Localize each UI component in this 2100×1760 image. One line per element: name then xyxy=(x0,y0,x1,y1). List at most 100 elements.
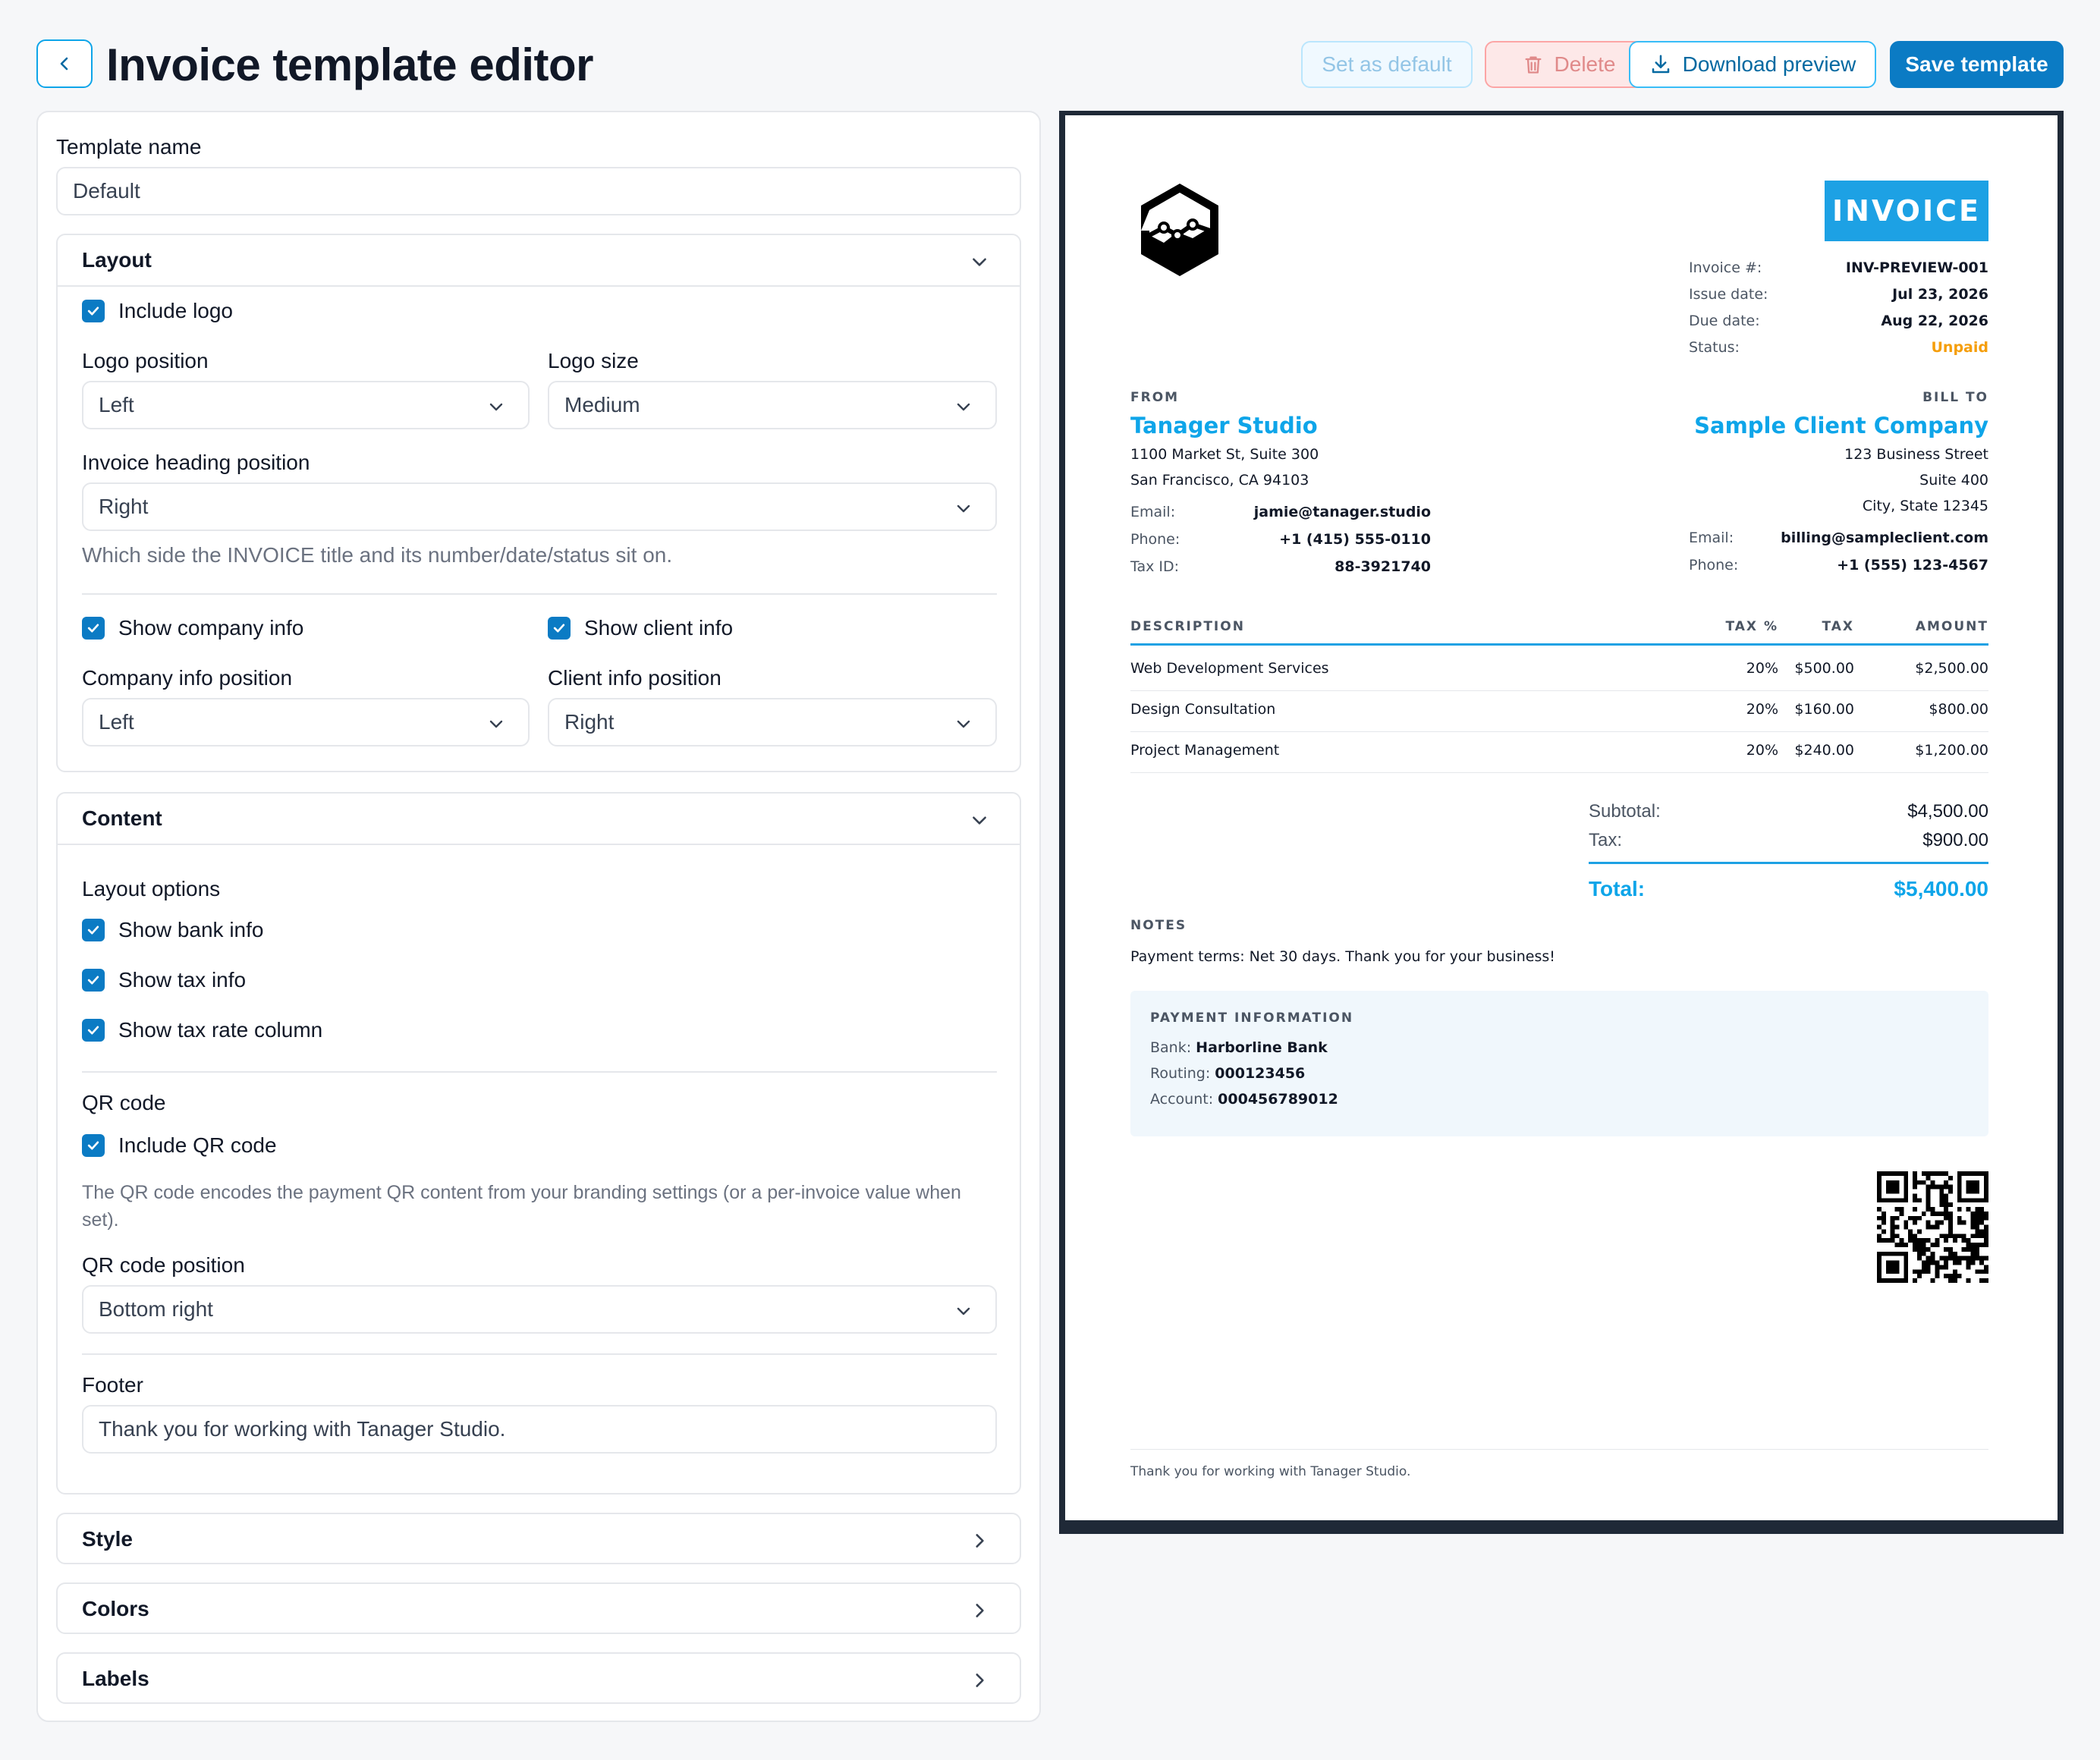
footer-input[interactable]: Thank you for working with Tanager Studi… xyxy=(82,1405,997,1454)
style-section-header[interactable]: Style xyxy=(58,1514,1020,1564)
set-default-label: Set as default xyxy=(1322,52,1452,76)
qr-module xyxy=(1894,1171,1900,1176)
qr-module xyxy=(1921,1180,1926,1185)
qr-module xyxy=(1975,1234,1980,1239)
qr-module xyxy=(1890,1224,1895,1230)
qr-module xyxy=(1975,1256,1980,1261)
qr-module xyxy=(1930,1278,1935,1283)
qr-module xyxy=(1957,1207,1962,1212)
show-bank-info-checkbox[interactable]: Show bank info xyxy=(82,918,263,942)
item-tax-rate: 20% xyxy=(1746,660,1778,677)
qr-module xyxy=(1885,1278,1891,1283)
back-button[interactable] xyxy=(36,39,93,88)
qr-module xyxy=(1913,1198,1917,1203)
qr-module xyxy=(1948,1256,1953,1261)
show-client-info-label: Show client info xyxy=(584,616,734,640)
qr-module xyxy=(1975,1171,1980,1176)
qr-module xyxy=(1904,1175,1909,1180)
qr-module xyxy=(1916,1180,1922,1185)
show-client-info-checkbox[interactable]: Show client info xyxy=(548,616,733,640)
heading-position-select[interactable]: Right xyxy=(82,482,997,531)
client-position-select[interactable]: Right xyxy=(548,698,997,746)
delete-button[interactable]: Delete xyxy=(1485,41,1653,88)
qr-module xyxy=(1935,1243,1940,1247)
client-position-value: Right xyxy=(564,710,615,734)
qr-module xyxy=(1894,1189,1900,1194)
qr-module xyxy=(1979,1256,1985,1261)
checkbox-checked-icon xyxy=(82,300,105,322)
include-logo-label: Include logo xyxy=(118,299,234,322)
client-address-line: City, State 12345 xyxy=(1862,498,1988,514)
qr-module xyxy=(1877,1175,1882,1180)
qr-module xyxy=(1877,1278,1882,1283)
qr-module xyxy=(1913,1207,1917,1212)
qr-module xyxy=(1966,1278,1971,1283)
qr-module xyxy=(1948,1211,1953,1216)
include-logo-checkbox[interactable]: Include logo xyxy=(82,299,233,323)
template-name-input[interactable]: Default xyxy=(56,167,1021,215)
notes-text: Payment terms: Net 30 days. Thank you fo… xyxy=(1130,948,1555,965)
qr-module xyxy=(1935,1260,1940,1265)
qr-module xyxy=(1904,1260,1909,1265)
qr-module xyxy=(1881,1215,1886,1221)
qr-module xyxy=(1975,1269,1980,1274)
show-tax-rate-column-checkbox[interactable]: Show tax rate column xyxy=(82,1018,322,1042)
qr-module xyxy=(1877,1251,1882,1256)
logo-size-select[interactable]: Medium xyxy=(548,381,997,429)
qr-module xyxy=(1984,1229,1988,1234)
qr-module xyxy=(1899,1211,1904,1216)
notes-caption: NOTES xyxy=(1130,918,1187,933)
qr-module xyxy=(1894,1180,1900,1185)
qr-module xyxy=(1913,1180,1917,1185)
qr-module xyxy=(1930,1171,1935,1176)
qr-module xyxy=(1913,1184,1917,1190)
show-tax-info-checkbox[interactable]: Show tax info xyxy=(82,968,246,992)
show-company-info-checkbox[interactable]: Show company info xyxy=(82,616,303,640)
qr-module xyxy=(1948,1229,1953,1234)
logo-position-select[interactable]: Left xyxy=(82,381,530,429)
qr-module xyxy=(1916,1274,1922,1279)
item-tax-rate: 20% xyxy=(1746,742,1778,759)
qr-module xyxy=(1948,1215,1953,1221)
colors-section[interactable]: Colors xyxy=(56,1582,1021,1634)
chevron-down-icon xyxy=(489,720,503,728)
qr-position-select[interactable]: Bottom right xyxy=(82,1285,997,1334)
qr-module xyxy=(1913,1193,1917,1199)
qr-module xyxy=(1913,1246,1917,1252)
include-qr-checkbox[interactable]: Include QR code xyxy=(82,1133,277,1158)
download-preview-button[interactable]: Download preview xyxy=(1629,41,1876,88)
content-section-header[interactable]: Content xyxy=(58,794,1020,844)
qr-module xyxy=(1979,1215,1985,1221)
checkbox-checked-icon xyxy=(82,969,105,992)
qr-module xyxy=(1935,1184,1940,1190)
labels-section[interactable]: Labels xyxy=(56,1652,1021,1704)
style-section-title: Style xyxy=(82,1527,133,1551)
qr-module xyxy=(1916,1269,1922,1274)
set-default-button[interactable]: Set as default xyxy=(1301,41,1473,88)
qr-module xyxy=(1984,1224,1988,1230)
qr-module xyxy=(1961,1220,1966,1225)
qr-module xyxy=(1935,1274,1940,1279)
bank-line: Bank: Harborline Bank xyxy=(1150,1039,1328,1056)
qr-module xyxy=(1894,1215,1900,1221)
qr-module xyxy=(1881,1238,1886,1243)
layout-section-header[interactable]: Layout xyxy=(58,235,1020,285)
qr-module xyxy=(1894,1278,1900,1283)
style-section[interactable]: Style xyxy=(56,1513,1021,1564)
colors-section-header[interactable]: Colors xyxy=(58,1584,1020,1634)
company-position-select[interactable]: Left xyxy=(82,698,530,746)
layout-options-heading: Layout options xyxy=(82,877,221,900)
qr-module xyxy=(1957,1180,1962,1185)
client-phone-label: Phone: xyxy=(1689,557,1739,574)
labels-section-header[interactable]: Labels xyxy=(58,1654,1020,1704)
qr-module xyxy=(1948,1278,1953,1283)
qr-module xyxy=(1944,1193,1949,1199)
qr-module xyxy=(1948,1189,1953,1194)
qr-module xyxy=(1984,1184,1988,1190)
save-template-button[interactable]: Save template xyxy=(1890,41,2064,88)
qr-module xyxy=(1926,1171,1931,1176)
from-tax-id: 88-3921740 xyxy=(1335,558,1431,575)
checkbox-checked-icon xyxy=(82,1134,105,1157)
qr-module xyxy=(1877,1256,1882,1261)
qr-module xyxy=(1877,1184,1882,1190)
